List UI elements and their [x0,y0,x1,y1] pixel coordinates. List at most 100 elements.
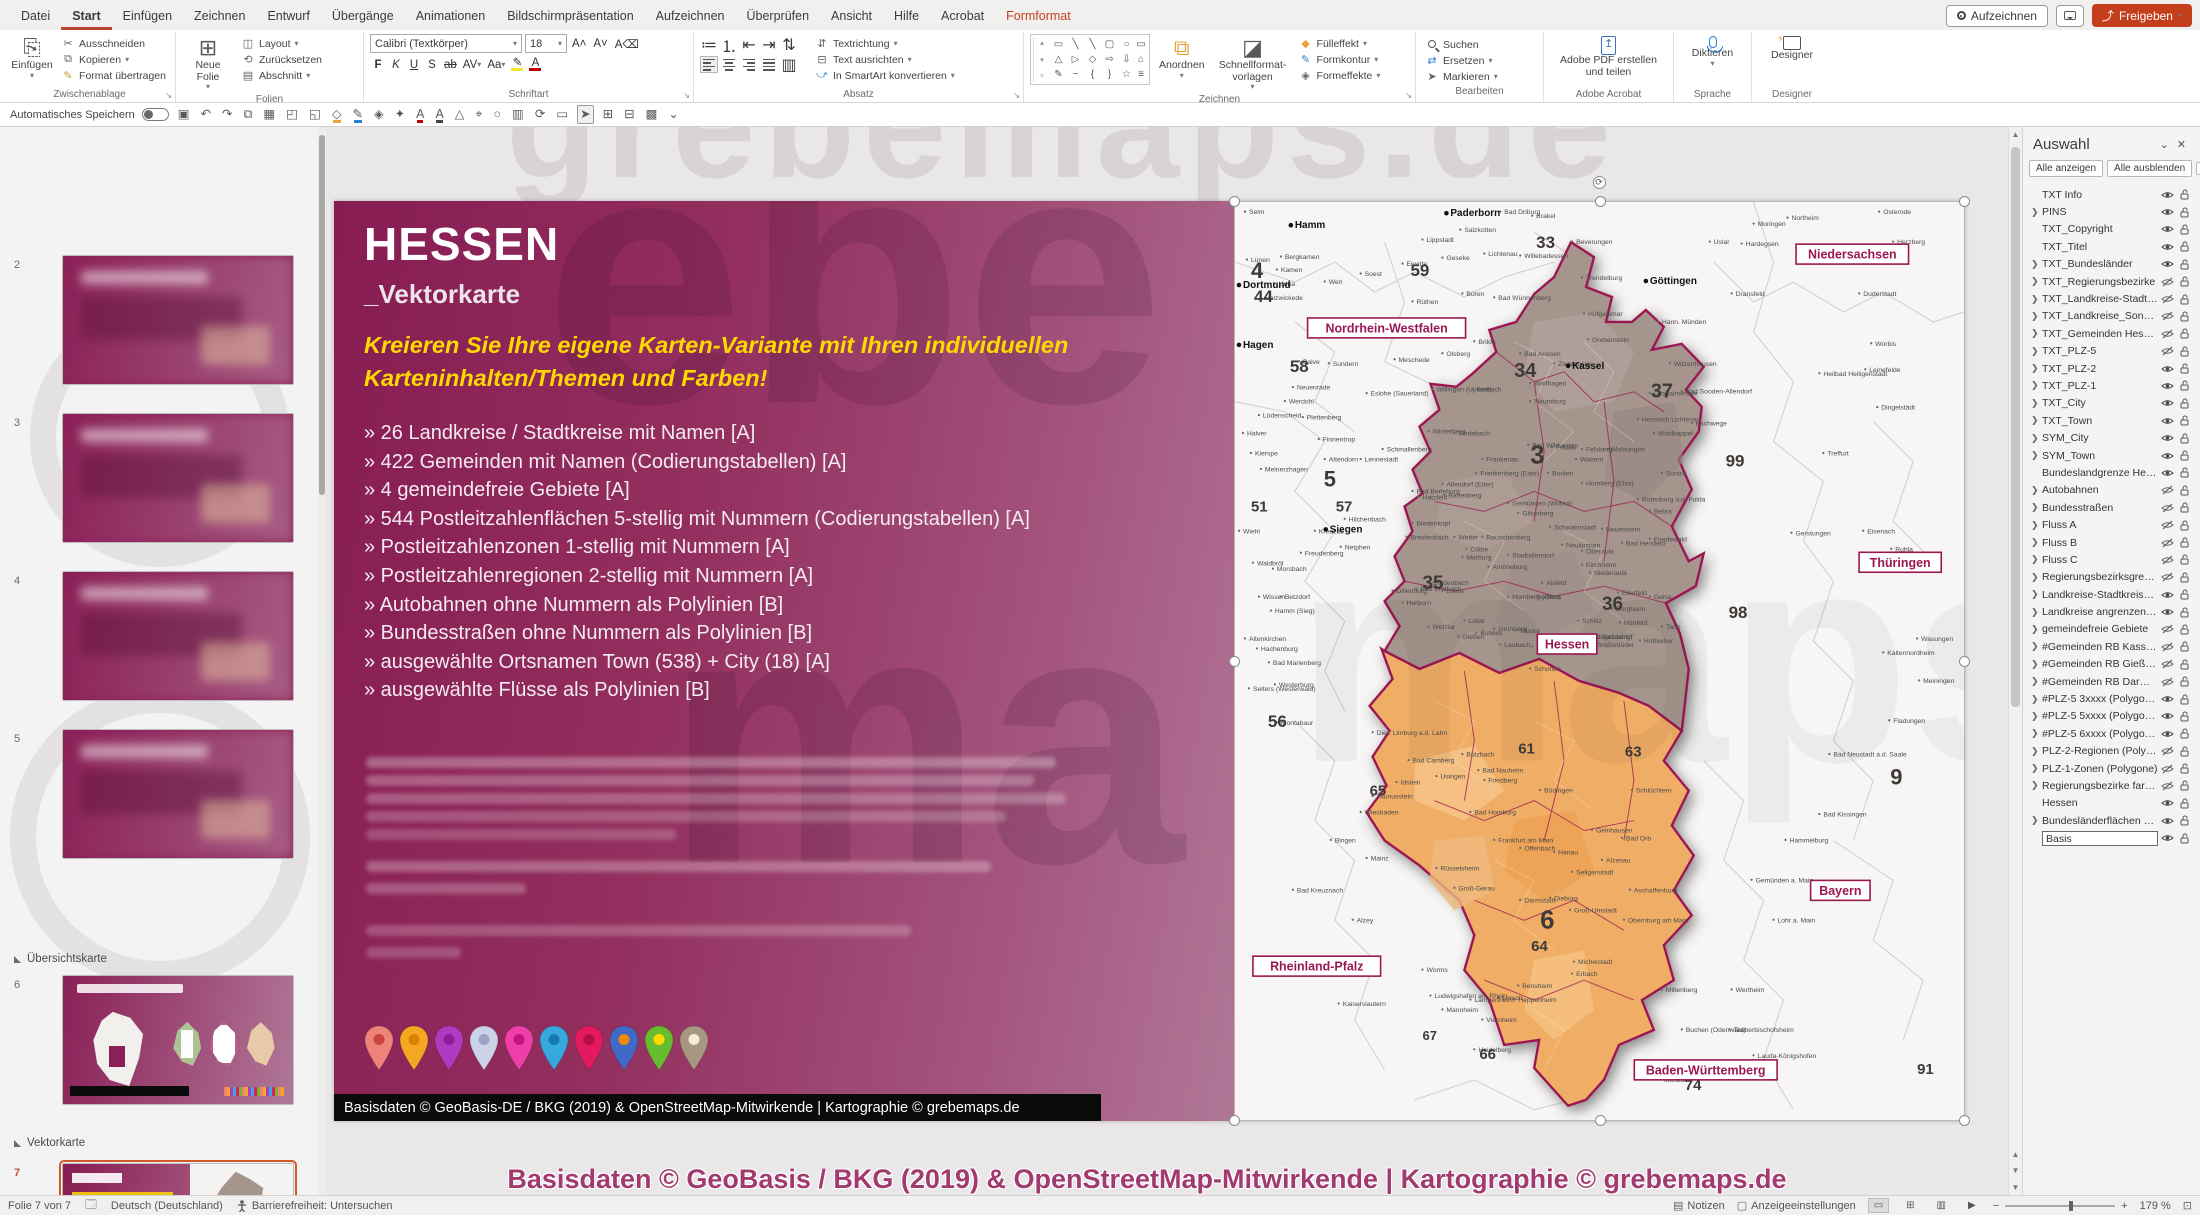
tab-überprüfen[interactable]: Überprüfen [735,3,820,30]
numbering-button[interactable]: ⒈ [720,36,738,56]
layer-item-txt-landkreise-sonstige[interactable]: ❯ TXT_Landkreise_Sonstige [2023,308,2200,325]
shape-gallery[interactable]: ▭ ╲ ╲ ▢ ○ ▭ △ ▷ ◇ ⇨ ⇩ ⌂ ✎ ~{} ☆ ≡ ▴ ▾ ▿ [1030,34,1150,85]
unlock-icon[interactable] [2176,502,2194,513]
visibility-eye-off-icon[interactable] [2158,781,2176,791]
thumbnail-slide-5[interactable] [62,729,294,859]
character-spacing-button[interactable]: AV ▾ [461,56,484,73]
tab-animationen[interactable]: Animationen [405,3,497,30]
shape-outline-button[interactable]: ✎ Formkontur ▾ [1296,52,1384,67]
visibility-eye-off-icon[interactable] [2158,329,2176,339]
autosave-toggle[interactable] [141,108,169,121]
unlock-icon[interactable] [2176,311,2194,322]
visibility-eye-icon[interactable] [2158,381,2176,391]
duplicate-icon[interactable]: ▦ [261,106,277,123]
visibility-eye-off-icon[interactable] [2158,746,2176,756]
visibility-eye-off-icon[interactable] [2158,346,2176,356]
thumbnail-scrollbar[interactable] [318,127,326,1195]
layer-item-txt-titel[interactable]: TXT_Titel [2023,238,2200,255]
shape-icon[interactable]: ~ [1067,67,1084,82]
dialog-launcher-icon[interactable]: ↘ [165,91,172,100]
layer-item-gemeindefreie-gebiete[interactable]: ❯ gemeindefreie Gebiete [2023,621,2200,638]
layer-item-bundesl-nderfl-chen-sonstige-[interactable]: ❯Bundesländerflächen sonstige … [2023,812,2200,829]
visibility-eye-icon[interactable] [2158,224,2176,234]
eyedropper-icon[interactable]: ✦ [393,106,407,123]
unlock-icon[interactable] [2176,641,2194,652]
tab-bildschirmpräsentation[interactable]: Bildschirmpräsentation [496,3,644,30]
shape-fill-button[interactable]: ◆ Fülleffekt ▾ [1296,36,1384,51]
font-size-combo[interactable]: 18 ▾ [525,34,567,53]
visibility-eye-icon[interactable] [2158,364,2176,374]
expand-chevron-icon[interactable]: ❯ [2031,433,2042,444]
find-button[interactable]: Suchen [1422,38,1537,52]
unlock-icon[interactable] [2176,363,2194,374]
bold-button[interactable]: F [370,56,386,73]
expand-chevron-icon[interactable]: ❯ [2031,328,2042,339]
visibility-eye-icon[interactable] [2158,694,2176,704]
slide-title[interactable]: HESSEN [364,217,559,271]
visibility-eye-off-icon[interactable] [2158,538,2176,548]
slide-subtitle[interactable]: _Vektorkarte [364,279,520,310]
bring-forward-icon[interactable]: ◰ [284,106,300,123]
tab-formformat[interactable]: Formformat [995,3,1082,30]
smartart-button[interactable]: ⤻ In SmartArt konvertieren ▾ [812,68,958,83]
layer-item--plz-5-5xxxx-polygone-[interactable]: ❯ #PLZ-5 5xxxx (Polygone) [2023,708,2200,725]
italic-button[interactable]: K [388,56,404,73]
pane-dropdown-icon[interactable]: ⌄ [2156,138,2173,151]
layer-item-bundesstra-en[interactable]: ❯ Bundesstraßen [2023,499,2200,516]
change-case-button[interactable]: Aa ▾ [485,56,507,73]
layout-button[interactable]: ◫ Layout ▾ [238,36,325,51]
expand-chevron-icon[interactable]: ❯ [2031,207,2042,218]
columns-button[interactable]: ▥ [780,56,798,74]
expand-chevron-icon[interactable]: ❯ [2031,763,2042,774]
visibility-eye-off-icon[interactable] [2158,485,2176,495]
textbox-icon[interactable]: ▭ [554,106,570,123]
unlock-icon[interactable] [2176,798,2194,809]
visibility-eye-icon[interactable] [2158,259,2176,269]
undo-icon[interactable]: ↶ [199,106,213,123]
layer-item-fluss-b[interactable]: ❯ Fluss B [2023,534,2200,551]
slide-bullet-list[interactable]: » 26 Landkreise / Stadtkreise mit Namen … [364,419,1030,705]
thumbnail-slide-3[interactable] [62,413,294,543]
expand-chevron-icon[interactable]: ❯ [2031,780,2042,791]
copy-button[interactable]: ⧉ Kopieren ▾ [58,52,169,67]
layer-item-txt-gemeinden-hessen[interactable]: ❯ TXT_Gemeinden Hessen [2023,325,2200,342]
unlock-icon[interactable] [2176,224,2194,235]
section-button[interactable]: ▤ Abschnitt ▾ [238,68,325,83]
dialog-launcher-icon[interactable]: ↘ [683,91,690,100]
unlock-icon[interactable] [2176,728,2194,739]
zoom-out-icon[interactable]: − [1993,1200,1999,1212]
tab-start[interactable]: Start [61,3,111,30]
layer-item-basis[interactable]: Basis [2023,829,2200,846]
unlock-icon[interactable] [2176,711,2194,722]
expand-chevron-icon[interactable]: ❯ [2031,815,2042,826]
layer-item-txt-info[interactable]: TXT Info [2023,186,2200,203]
section-uebersichtskarte[interactable]: Übersichtskarte [14,953,107,965]
shape-icon[interactable]: ▷ [1067,52,1084,67]
shape-icon[interactable]: ✎ [1050,67,1067,82]
visibility-eye-icon[interactable] [2158,242,2176,252]
slide-7[interactable]: ebe ma HESSEN _Vektorkarte Kreieren Sie … [334,176,2008,1126]
anchor-icon[interactable]: ⌖ [473,106,484,123]
unlock-icon[interactable] [2176,520,2194,531]
save-icon[interactable]: ▣ [176,106,192,123]
unlock-icon[interactable] [2176,815,2194,826]
fill-color-icon[interactable]: ◇ [330,106,344,123]
thumbnail-slide-6[interactable] [62,975,294,1105]
align-top-objects-icon[interactable]: ⊟ [622,106,636,123]
unlock-icon[interactable] [2176,450,2194,461]
unlock-icon[interactable] [2176,607,2194,618]
layer-item-txt-regierungsbezirke[interactable]: ❯ TXT_Regierungsbezirke [2023,273,2200,290]
expand-chevron-icon[interactable]: ❯ [2031,450,2042,461]
shape-icon[interactable]: △ [1050,52,1067,67]
layer-item-plz-1-zonen-polygone-[interactable]: ❯ PLZ-1-Zonen (Polygone) [2023,760,2200,777]
visibility-eye-off-icon[interactable] [2158,659,2176,669]
line-spacing-button[interactable]: ⇅ [780,36,798,54]
rotate-icon[interactable]: ⟳ [533,106,547,123]
layer-item-bundeslandgrenze-hessen[interactable]: Bundeslandgrenze Hessen [2023,464,2200,481]
send-backward-icon[interactable]: ◱ [307,106,323,123]
visibility-eye-off-icon[interactable] [2158,677,2176,687]
layer-item-txt-plz-1[interactable]: ❯ TXT_PLZ-1 [2023,377,2200,394]
expand-chevron-icon[interactable]: ❯ [2031,589,2042,600]
format-painter-button[interactable]: ✎ Format übertragen [58,68,169,83]
expand-chevron-icon[interactable]: ❯ [2031,659,2042,670]
